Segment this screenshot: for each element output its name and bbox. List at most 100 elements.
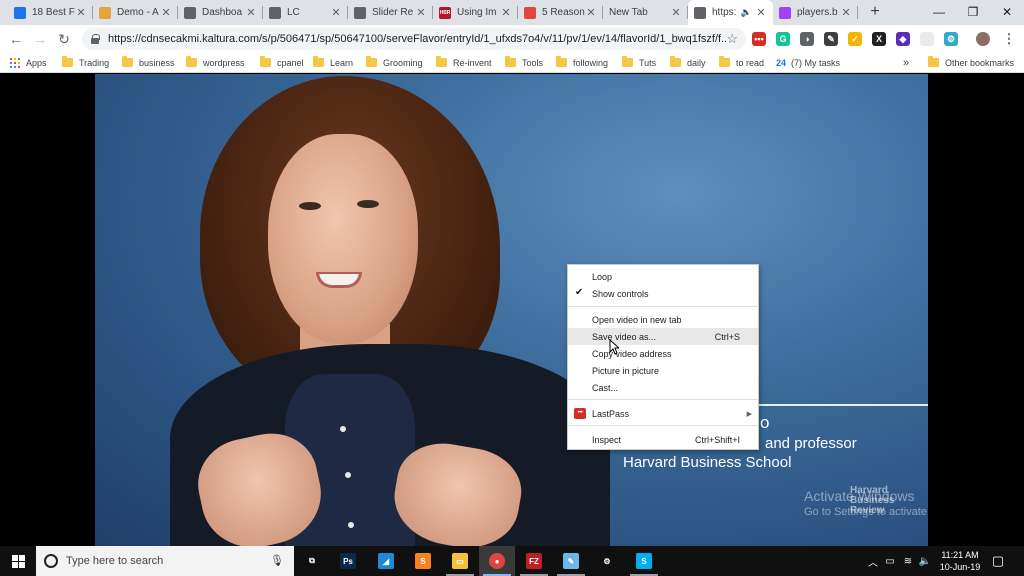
notifications-icon[interactable]: ▢	[990, 546, 1006, 576]
url-text[interactable]: https://cdnsecakmi.kaltura.com/s/p/50647…	[108, 33, 726, 45]
tab-close-icon[interactable]: ✕	[755, 6, 767, 19]
menu-item-picture-in-picture[interactable]: Picture in picture	[568, 362, 758, 379]
other-bookmarks[interactable]: Other bookmarks	[928, 53, 1014, 72]
wifi-icon[interactable]: ≋	[900, 546, 916, 576]
extension-icon[interactable]	[920, 32, 934, 46]
extension-icon[interactable]: ◆	[896, 32, 910, 46]
bookmark-folder[interactable]: business	[122, 53, 175, 72]
start-button[interactable]	[0, 546, 36, 576]
bookmark-my-tasks[interactable]: 24 (7) My tasks	[776, 53, 840, 72]
menu-item-lastpass[interactable]: ••• LastPass ▶	[568, 405, 758, 422]
taskbar-app-vscode[interactable]: ◢	[368, 546, 404, 576]
tab-close-icon[interactable]: ✕	[160, 6, 172, 19]
tab-title: Slider Re	[372, 7, 414, 18]
bookmark-folder[interactable]: Trading	[62, 53, 109, 72]
browser-tab[interactable]: Slider Re ✕	[348, 0, 433, 25]
taskbar-app-settings[interactable]: ⚙	[589, 546, 625, 576]
video-player[interactable]: o and professor Harvard Business School …	[95, 74, 928, 546]
taskbar-app-task-view[interactable]: ⧉	[294, 546, 330, 576]
microphone-icon[interactable]: 🎙	[270, 554, 284, 567]
menu-item-cast[interactable]: Cast...	[568, 379, 758, 396]
lock-icon[interactable]	[90, 34, 100, 44]
bookmark-folder[interactable]: Tools	[505, 53, 543, 72]
browser-tab[interactable]: HBR Using Im ✕	[433, 0, 518, 25]
reload-button[interactable]: ↻	[54, 29, 74, 49]
browser-tab[interactable]: New Tab ✕	[603, 0, 688, 25]
extension-icon[interactable]: X	[872, 32, 886, 46]
browser-tab[interactable]: 5 Reason ✕	[518, 0, 603, 25]
extension-icon[interactable]: •••	[752, 32, 766, 46]
bookmark-folder[interactable]: Tuts	[622, 53, 656, 72]
tab-close-icon[interactable]: ✕	[245, 6, 257, 19]
menu-item-open-video-new-tab[interactable]: Open video in new tab	[568, 311, 758, 328]
extension-icon[interactable]: G	[776, 32, 790, 46]
address-bar[interactable]: https://cdnsecakmi.kaltura.com/s/p/50647…	[82, 28, 746, 50]
taskbar-app-file-explorer[interactable]: ▭	[442, 546, 478, 576]
lastpass-icon: •••	[574, 408, 586, 419]
extension-icon[interactable]: ✓	[848, 32, 862, 46]
extension-icon[interactable]: ⋮	[1002, 31, 1016, 46]
bookmark-folder[interactable]: Re-invent	[436, 53, 492, 72]
vscode-icon: ◢	[378, 553, 394, 569]
forward-button[interactable]: →	[30, 29, 50, 49]
new-tab-button[interactable]: +	[866, 3, 884, 21]
back-button[interactable]: ←	[6, 29, 26, 49]
taskbar-app-skype[interactable]: S	[626, 546, 662, 576]
show-hidden-icons-button[interactable]: ︿	[866, 546, 880, 576]
bookmark-star-icon[interactable]: ☆	[726, 31, 738, 47]
minimize-button[interactable]: —	[922, 0, 956, 25]
bookmark-folder[interactable]: following	[556, 53, 608, 72]
speaker-eye-left	[299, 202, 321, 210]
tab-close-icon[interactable]: ✕	[840, 6, 852, 19]
battery-icon[interactable]: ▭	[882, 546, 898, 576]
taskbar-app-photoshop[interactable]: Ps	[330, 546, 366, 576]
browser-tab[interactable]: Dashboa ✕	[178, 0, 263, 25]
tab-close-icon[interactable]: ✕	[585, 6, 597, 19]
menu-item-copy-video-address[interactable]: Copy video address	[568, 345, 758, 362]
apps-shortcut[interactable]: Apps	[10, 53, 47, 72]
bookmark-folder[interactable]: cpanel	[260, 53, 304, 72]
extension-icon[interactable]: ◑	[800, 32, 814, 46]
bookmark-folder[interactable]: to read	[719, 53, 764, 72]
extension-icon[interactable]: ✎	[824, 32, 838, 46]
windows-taskbar: Type here to search 🎙 ⧉ Ps ◢ S ▭ ● FZ ✎ ⚙ S ︿ ▭ ≋…	[0, 546, 1024, 576]
tab-close-icon[interactable]: ✕	[330, 6, 342, 19]
menu-item-loop[interactable]: Loop	[568, 268, 758, 285]
browser-tab[interactable]: LC ✕	[263, 0, 348, 25]
taskbar-app-notepad[interactable]: ✎	[553, 546, 589, 576]
restore-button[interactable]: ❐	[956, 0, 990, 25]
bookmarks-overflow-button[interactable]: »	[903, 53, 909, 72]
taskbar-app-filezilla[interactable]: FZ	[516, 546, 552, 576]
submenu-arrow-icon: ▶	[746, 410, 752, 418]
menu-item-save-video-as[interactable]: Save video as... Ctrl+S	[568, 328, 758, 345]
folder-icon	[556, 56, 567, 67]
menu-item-show-controls[interactable]: ✔ Show controls	[568, 285, 758, 302]
taskbar-search-box[interactable]: Type here to search 🎙	[36, 546, 294, 576]
taskbar-app-sublime[interactable]: S	[405, 546, 441, 576]
bookmark-label: Grooming	[383, 57, 423, 68]
browser-tab[interactable]: https: 🔈 ✕	[688, 0, 773, 25]
browser-tab[interactable]: players.b ✕	[773, 0, 858, 25]
bookmark-folder[interactable]: Learn	[313, 53, 353, 72]
folder-icon	[313, 56, 324, 67]
tab-close-icon[interactable]: ✕	[500, 6, 512, 19]
volume-icon[interactable]: 🔈	[917, 546, 933, 576]
tab-close-icon[interactable]: ✕	[670, 6, 682, 19]
tab-close-icon[interactable]: ✕	[75, 6, 87, 19]
tab-audio-icon[interactable]: 🔈	[741, 7, 752, 18]
extension-icon[interactable]: ⚙	[944, 32, 958, 46]
tab-close-icon[interactable]: ✕	[415, 6, 427, 19]
settings-icon: ⚙	[599, 553, 615, 569]
tab-favicon-icon	[14, 6, 26, 19]
menu-item-inspect[interactable]: Inspect Ctrl+Shift+I	[568, 431, 758, 448]
browser-tab[interactable]: Demo - A ✕	[93, 0, 178, 25]
browser-tab[interactable]: 18 Best F ✕	[8, 0, 93, 25]
system-clock[interactable]: 11:21 AM 10-Jun-19	[935, 549, 985, 573]
extension-icon[interactable]	[976, 32, 990, 46]
bookmark-folder[interactable]: daily	[670, 53, 706, 72]
taskbar-app-chrome[interactable]: ●	[479, 546, 515, 576]
folder-icon	[719, 56, 730, 67]
close-window-button[interactable]: ✕	[990, 0, 1024, 25]
bookmark-folder[interactable]: Grooming	[366, 53, 423, 72]
bookmark-folder[interactable]: wordpress	[186, 53, 245, 72]
